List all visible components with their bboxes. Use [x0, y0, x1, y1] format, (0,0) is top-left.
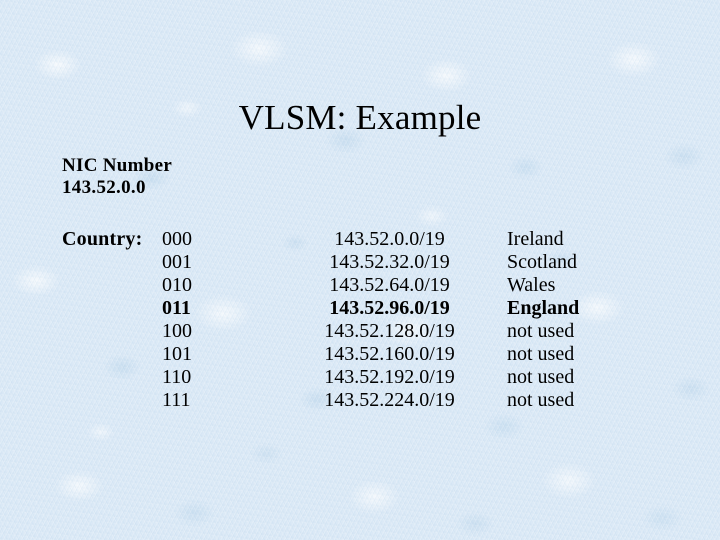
subnet-address-cell: 143.52.224.0/19	[324, 389, 455, 411]
table-row: 100 143.52.128.0/19 not used	[62, 320, 687, 343]
subnet-address-cell: 143.52.192.0/19	[324, 366, 455, 388]
subnet-bits-cell: 010	[162, 274, 192, 296]
country-name-cell: not used	[507, 343, 575, 365]
subnet-bits-cell: 100	[162, 320, 192, 342]
table-row: 111 143.52.224.0/19 not used	[62, 389, 687, 412]
subnet-address-cell: 143.52.64.0/19	[329, 274, 450, 296]
slide-content: VLSM: Example NIC Number 143.52.0.0 Coun…	[0, 0, 720, 540]
nic-number-heading: NIC Number	[62, 155, 173, 176]
country-name-cell: not used	[507, 366, 575, 388]
country-name-cell: not used	[507, 320, 575, 342]
country-name-cell: England	[507, 297, 580, 319]
table-row: 110 143.52.192.0/19 not used	[62, 366, 687, 389]
subnet-bits-cell: 110	[162, 366, 192, 388]
country-name-cell: Ireland	[507, 228, 564, 250]
country-name-cell: not used	[507, 389, 575, 411]
country-name-cell: Scotland	[507, 251, 577, 273]
subnet-allocation-table: Country: 000 143.52.0.0/19 Ireland 001 143.52…	[62, 228, 687, 412]
table-row: 001 143.52.32.0/19 Scotland	[62, 251, 687, 274]
subnet-bits-cell: 111	[162, 389, 191, 411]
slide-title: VLSM: Example	[238, 98, 482, 138]
subnet-bits-cell: 000	[162, 228, 192, 250]
subnet-address-cell: 143.52.128.0/19	[324, 320, 455, 342]
subnet-bits-cell: 101	[162, 343, 192, 365]
subnet-address-cell: 143.52.32.0/19	[329, 251, 450, 273]
subnet-address-cell: 143.52.96.0/19	[329, 297, 450, 319]
subnet-bits-cell: 001	[162, 251, 192, 273]
nic-number-block: NIC Number 143.52.0.0	[62, 155, 172, 199]
country-name-cell: Wales	[507, 274, 556, 296]
subnet-address-cell: 143.52.160.0/19	[324, 343, 455, 365]
table-row: 011 143.52.96.0/19 England	[62, 297, 687, 320]
slide: VLSM: Example NIC Number 143.52.0.0 Coun…	[0, 0, 720, 540]
subnet-address-cell: 143.52.0.0/19	[334, 228, 445, 250]
nic-number-address: 143.52.0.0	[62, 177, 146, 198]
country-row-label: Country:	[62, 228, 143, 250]
table-row: 101 143.52.160.0/19 not used	[62, 343, 687, 366]
table-row: 010 143.52.64.0/19 Wales	[62, 274, 687, 297]
table-row: Country: 000 143.52.0.0/19 Ireland	[62, 228, 687, 251]
subnet-bits-cell: 011	[162, 297, 191, 319]
